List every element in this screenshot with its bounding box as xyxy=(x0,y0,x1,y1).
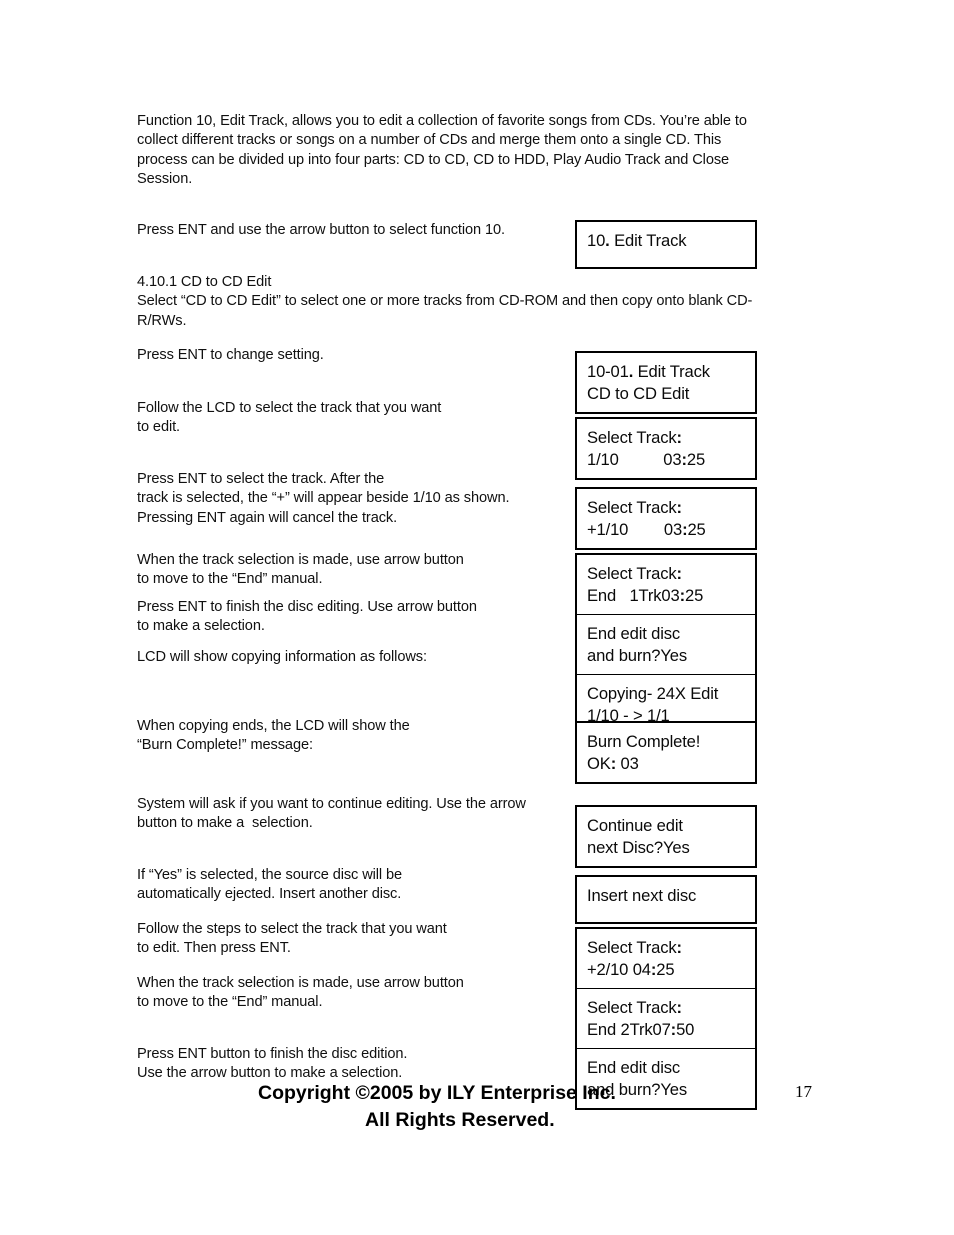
lcd-line-2: +1/10 03:25 xyxy=(587,519,706,539)
footer-copyright-line-2: All Rights Reserved. xyxy=(365,1109,555,1131)
lcd-box-select-track-plus1: Select Track: +1/10 03:25 xyxy=(575,487,757,550)
paragraph-track-selection-made-2: When the track selection is made, use ar… xyxy=(137,975,464,1011)
page-number: 17 xyxy=(795,1082,812,1101)
lcd-screen-burn-complete: Burn Complete! OK: 03 xyxy=(577,723,755,782)
lcd-line-2: next Disc?Yes xyxy=(587,837,690,857)
lcd-box-burn-complete: Burn Complete! OK: 03 xyxy=(575,721,757,784)
lcd-line-2: OK: 03 xyxy=(587,753,639,773)
lcd-screen-select-track-end-2: Select Track: End 2Trk07:50 xyxy=(577,988,755,1048)
lcd-line-1: Select Track: xyxy=(587,564,682,583)
lcd-box-select-track-1: Select Track: 1/10 03:25 xyxy=(575,417,757,480)
lcd-screen-select-track-end-1: Select Track: End 1Trk03:25 xyxy=(577,555,755,614)
paragraph-follow-lcd-select-track: Follow the LCD to select the track that … xyxy=(137,400,442,436)
paragraph-intro: Function 10, Edit Track, allows you to e… xyxy=(137,113,747,188)
lcd-line-1: 10-01. Edit Track xyxy=(587,362,710,381)
lcd-line-1: Select Track: xyxy=(587,938,682,957)
lcd-line-1: Burn Complete! xyxy=(587,732,701,751)
lcd-line-1: End edit disc xyxy=(587,624,681,643)
paragraph-copying-ends: When copying ends, the LCD will show the… xyxy=(137,718,410,754)
lcd-box-insert-next-disc: Insert next disc xyxy=(575,875,757,924)
lcd-line-1: Copying- 24X Edit xyxy=(587,684,719,703)
lcd-line-1: Select Track: xyxy=(587,498,682,517)
paragraph-press-ent-finish-disc-editing: Press ENT to finish the disc editing. Us… xyxy=(137,599,477,635)
lcd-box-continue-edit: Continue edit next Disc?Yes xyxy=(575,805,757,868)
footer-copyright-line-1: Copyright ©2005 by ILY Enterprise Inc. xyxy=(258,1082,616,1104)
lcd-screen-end-edit-disc-1: End edit disc and burn?Yes xyxy=(577,614,755,674)
paragraph-press-ent-select-function: Press ENT and use the arrow button to se… xyxy=(137,222,506,238)
paragraph-follow-steps-select-track: Follow the steps to select the track tha… xyxy=(137,921,447,957)
lcd-line-2: CD to CD Edit xyxy=(587,383,690,403)
paragraph-track-selection-made-1: When the track selection is made, use ar… xyxy=(137,552,464,588)
lcd-screen-insert-next-disc: Insert next disc xyxy=(577,877,755,922)
lcd-screen-select-track-plus2: Select Track: +2/10 04:25 xyxy=(577,929,755,988)
lcd-screen-continue-edit: Continue edit next Disc?Yes xyxy=(577,807,755,866)
lcd-line-2: End 1Trk03:25 xyxy=(587,585,704,605)
lcd-line-1: Insert next disc xyxy=(587,886,697,905)
lcd-line-2: +2/10 04:25 xyxy=(587,959,675,979)
lcd-screen-10-01: 10-01. Edit Track CD to CD Edit xyxy=(577,353,755,412)
lcd-box-function-10: 10. Edit Track xyxy=(575,220,757,269)
paragraph-press-ent-change-setting: Press ENT to change setting. xyxy=(137,347,324,363)
lcd-line-1: Continue edit xyxy=(587,816,683,835)
paragraph-lcd-copying-info: LCD will show copying information as fol… xyxy=(137,649,427,665)
lcd-line-1: End edit disc xyxy=(587,1058,681,1077)
paragraph-press-ent-select-track: Press ENT to select the track. After the… xyxy=(137,471,510,526)
lcd-screen-function-10: 10. Edit Track xyxy=(577,222,755,267)
lcd-line-2: and burn?Yes xyxy=(587,645,688,665)
paragraph-section-heading-4-10-1: 4.10.1 CD to CD Edit Select “CD to CD Ed… xyxy=(137,274,753,329)
lcd-box-10-01-edit-track: 10-01. Edit Track CD to CD Edit xyxy=(575,351,757,414)
lcd-line-2: End 2Trk07:50 xyxy=(587,1019,695,1039)
lcd-line-1: Select Track: xyxy=(587,428,682,447)
document-page: Function 10, Edit Track, allows you to e… xyxy=(0,0,954,1235)
paragraph-if-yes-selected: If “Yes” is selected, the source disc wi… xyxy=(137,867,403,903)
lcd-line-1: 10. Edit Track xyxy=(587,231,687,250)
paragraph-press-ent-finish-disc-edition: Press ENT button to finish the disc edit… xyxy=(137,1046,408,1082)
lcd-line-1: Select Track: xyxy=(587,998,682,1017)
lcd-line-2: 1/10 03:25 xyxy=(587,449,706,469)
lcd-box-group-end-copy: Select Track: End 1Trk03:25 End edit dis… xyxy=(575,553,757,736)
paragraph-system-will-ask: System will ask if you want to continue … xyxy=(137,796,526,832)
lcd-screen-select-track-plus1: Select Track: +1/10 03:25 xyxy=(577,489,755,548)
lcd-screen-select-track-1: Select Track: 1/10 03:25 xyxy=(577,419,755,478)
